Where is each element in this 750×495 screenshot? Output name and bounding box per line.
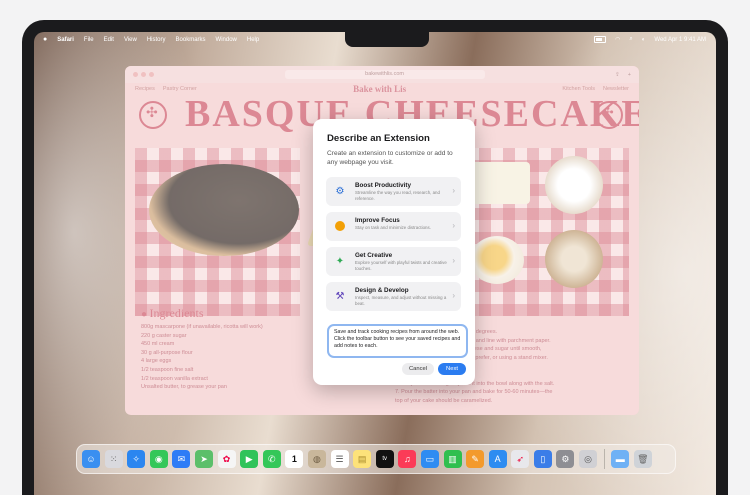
dock-utility[interactable]: ◎ — [579, 450, 598, 468]
video-camera-icon: ▶ — [245, 453, 253, 464]
menu-history[interactable]: History — [147, 37, 166, 43]
laptop-frame: ● Safari File Edit View History Bookmark… — [22, 20, 728, 495]
dock-phone[interactable]: ✆ — [262, 450, 281, 468]
describe-extension-dialog: Describe an Extension Create an extensio… — [313, 119, 475, 385]
dock-system-settings[interactable]: ⚙ — [556, 450, 575, 468]
dock-mail[interactable]: ✉ — [172, 450, 191, 468]
compass-icon: ✧ — [132, 453, 140, 464]
dock-trash[interactable]: 🗑 — [633, 450, 652, 468]
chevron-right-icon: › — [452, 221, 455, 230]
phone-icon: ✆ — [267, 453, 276, 464]
dock-preview[interactable]: ▯ — [533, 450, 552, 468]
message-bubble-icon: ◉ — [154, 453, 163, 464]
dock-contacts[interactable]: ◍ — [307, 450, 326, 468]
menu-help[interactable]: Help — [247, 37, 259, 43]
chevron-right-icon: › — [452, 186, 455, 195]
dock-keynote[interactable]: ▭ — [420, 450, 439, 468]
search-icon[interactable]: ⌕ — [629, 36, 632, 43]
dock-separator — [603, 449, 605, 469]
document-icon: ▯ — [540, 453, 546, 464]
wifi-icon[interactable]: ◠ — [615, 36, 620, 43]
music-note-icon: ♫ — [403, 454, 411, 464]
gear-icon: ⚙ — [335, 185, 345, 197]
extension-prompt-input[interactable]: Save and track cooking recipes from arou… — [327, 324, 468, 358]
app-store-icon: A — [494, 454, 501, 464]
option-title: Improve Focus — [355, 217, 400, 224]
dock: ☺ ⁙ ✧ ◉ ✉ ➤ ✿ ▶ ✆ 1 ◍ ☰ ▤ tv ♫ ▭ ▥ ✎ A ➶… — [76, 444, 676, 474]
checklist-icon: ☰ — [335, 453, 344, 464]
option-title: Design & Develop — [355, 287, 409, 294]
dialog-description: Create an extension to customize or add … — [327, 150, 453, 166]
dock-reminders[interactable]: ☰ — [330, 450, 349, 468]
keynote-icon: ▭ — [425, 453, 435, 464]
dialog-title: Describe an Extension — [327, 133, 430, 144]
dock-pages[interactable]: ✎ — [466, 450, 485, 468]
menu-bookmarks[interactable]: Bookmarks — [176, 37, 206, 43]
sparkles-icon: ✦ — [335, 255, 345, 267]
cancel-button[interactable]: Cancel — [402, 363, 434, 375]
option-boost-productivity[interactable]: ⚙ Boost Productivity Streamline the way … — [326, 177, 461, 206]
dock-safari[interactable]: ✧ — [127, 450, 146, 468]
screen: ● Safari File Edit View History Bookmark… — [34, 32, 716, 495]
dock-photos[interactable]: ✿ — [217, 450, 236, 468]
option-title: Get Creative — [355, 252, 393, 259]
option-improve-focus[interactable]: Improve Focus Stay on task and minimize … — [326, 212, 461, 241]
option-design-develop[interactable]: ⚒ Design & Develop Inspect, measure, and… — [326, 282, 461, 311]
finder-icon: ☺ — [86, 454, 96, 464]
hammer-icon: ⚒ — [335, 290, 345, 302]
option-get-creative[interactable]: ✦ Get Creative Explore yourself with pla… — [326, 247, 461, 276]
menu-file[interactable]: File — [84, 37, 94, 43]
dock-messages[interactable]: ◉ — [149, 450, 168, 468]
next-button[interactable]: Next — [438, 363, 466, 375]
tv-icon: tv — [382, 456, 388, 462]
dock-launchpad[interactable]: ⁙ — [104, 450, 123, 468]
dock-numbers[interactable]: ▥ — [443, 450, 462, 468]
option-title: Boost Productivity — [355, 182, 411, 189]
camera-notch — [345, 32, 429, 47]
dock-calendar[interactable]: 1 — [285, 450, 304, 468]
dock-rocket[interactable]: ➶ — [511, 450, 530, 468]
dock-music[interactable]: ♫ — [398, 450, 417, 468]
dock-downloads[interactable]: ▬ — [611, 450, 630, 468]
apple-menu-icon[interactable]: ● — [43, 36, 47, 43]
menu-window[interactable]: Window — [216, 37, 237, 43]
focus-icon — [334, 220, 346, 232]
envelope-icon: ✉ — [177, 453, 186, 464]
option-desc: Inspect, measure, and adjust without mis… — [355, 295, 447, 306]
option-desc: Streamline the way you read, research, a… — [355, 190, 440, 201]
dock-tv[interactable]: tv — [375, 450, 394, 468]
menu-app-name[interactable]: Safari — [57, 37, 74, 43]
chevron-right-icon: › — [452, 291, 455, 300]
bar-chart-icon: ▥ — [448, 453, 457, 464]
menu-clock[interactable]: Wed Apr 1 9:41 AM — [654, 37, 706, 43]
pen-icon: ✎ — [471, 453, 479, 464]
calendar-icon: 1 — [291, 454, 297, 464]
control-center-icon[interactable]: ◐ — [642, 37, 646, 43]
option-desc: Explore yourself with playful twists and… — [355, 260, 447, 271]
dock-notes[interactable]: ▤ — [353, 450, 372, 468]
map-icon: ➤ — [200, 453, 208, 464]
settings-icon: ⚙ — [561, 453, 570, 464]
contacts-icon: ◍ — [313, 453, 321, 464]
option-desc: Stay on task and minimize distractions. — [355, 225, 431, 230]
dock-app-store[interactable]: A — [488, 450, 507, 468]
flower-icon: ✿ — [222, 453, 231, 464]
chevron-right-icon: › — [452, 256, 455, 265]
folder-icon: ▬ — [615, 454, 625, 464]
trash-icon: 🗑 — [637, 453, 649, 464]
utility-icon: ◎ — [584, 453, 592, 464]
notes-icon: ▤ — [357, 453, 367, 464]
rocket-icon: ➶ — [516, 453, 525, 464]
launchpad-icon: ⁙ — [109, 453, 118, 464]
menu-edit[interactable]: Edit — [104, 37, 114, 43]
dock-maps[interactable]: ➤ — [194, 450, 213, 468]
menu-view[interactable]: View — [124, 37, 137, 43]
dock-facetime[interactable]: ▶ — [240, 450, 259, 468]
dock-finder[interactable]: ☺ — [82, 450, 100, 468]
battery-icon[interactable] — [594, 36, 607, 43]
